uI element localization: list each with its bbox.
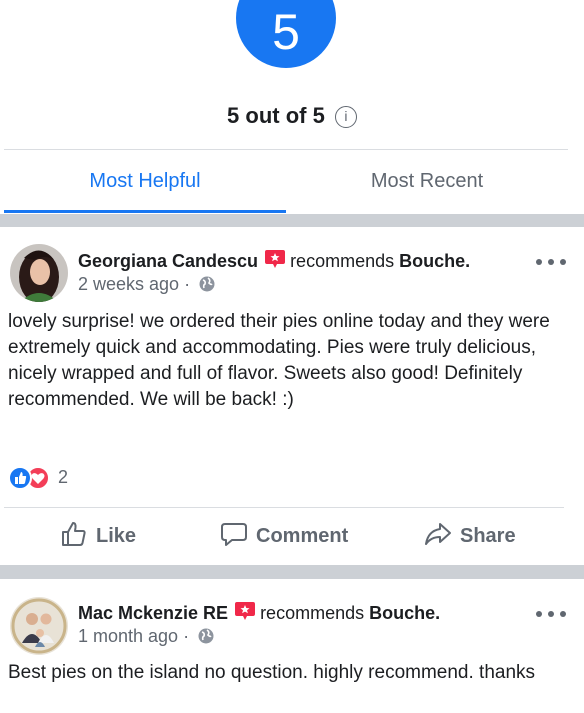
review-tabs: Most Helpful Most Recent — [0, 150, 584, 214]
review-post: Georgiana Candescu recommends Bouche. 2 w… — [0, 227, 584, 565]
avatar[interactable] — [10, 597, 68, 655]
comment-button[interactable]: Comment — [220, 520, 348, 556]
thumbs-up-icon — [62, 522, 86, 546]
section-divider — [0, 214, 584, 227]
review-text: lovely surprise! we ordered their pies o… — [8, 311, 550, 410]
rating-value: 5 — [272, 4, 300, 60]
like-button[interactable]: Like — [60, 520, 136, 556]
comment-icon — [221, 523, 247, 546]
recommend-icon — [234, 601, 256, 621]
post-time[interactable]: 2 weeks ago · — [78, 274, 190, 294]
rating-summary-text: 5 out of 5 — [227, 103, 325, 128]
page-name[interactable]: Bouche. — [399, 251, 470, 271]
globe-icon — [198, 628, 214, 644]
tab-most-helpful[interactable]: Most Helpful — [4, 150, 286, 214]
share-icon — [425, 523, 451, 545]
recommend-icon — [264, 249, 286, 269]
post-header: Georgiana Candescu recommends Bouche. — [78, 249, 470, 272]
like-reaction-icon — [8, 466, 32, 490]
post-time[interactable]: 1 month ago · — [78, 626, 189, 646]
more-options-icon[interactable] — [536, 603, 566, 623]
recommends-text: recommends — [260, 603, 365, 623]
page-name[interactable]: Bouche. — [369, 603, 440, 623]
comment-label: Comment — [256, 525, 349, 547]
like-label: Like — [96, 525, 137, 547]
rating-badge: 5 — [236, 0, 336, 68]
review-post: Mac Mckenzie RE recommends Bouche. 1 mont… — [0, 579, 584, 713]
author-name[interactable]: Georgiana Candescu — [78, 251, 258, 271]
share-button[interactable]: Share — [424, 520, 516, 556]
info-icon[interactable]: i — [334, 106, 357, 128]
recommends-text: recommends — [290, 251, 395, 271]
more-options-icon[interactable] — [536, 251, 566, 271]
post-header: Mac Mckenzie RE recommends Bouche. — [78, 601, 440, 624]
avatar[interactable] — [10, 244, 68, 302]
rating-summary: 5 out of 5 i — [0, 103, 584, 129]
review-text: Best pies on the island no question. hig… — [8, 662, 536, 683]
author-name[interactable]: Mac Mckenzie RE — [78, 603, 228, 623]
globe-icon — [199, 276, 215, 292]
divider — [4, 507, 564, 508]
post-meta: 2 weeks ago · — [78, 274, 215, 295]
tab-most-recent[interactable]: Most Recent — [286, 150, 568, 214]
reaction-count: 2 — [58, 467, 69, 487]
post-meta: 1 month ago · — [78, 626, 214, 647]
section-divider — [0, 565, 584, 579]
share-label: Share — [460, 525, 516, 547]
active-tab-indicator — [4, 210, 286, 213]
